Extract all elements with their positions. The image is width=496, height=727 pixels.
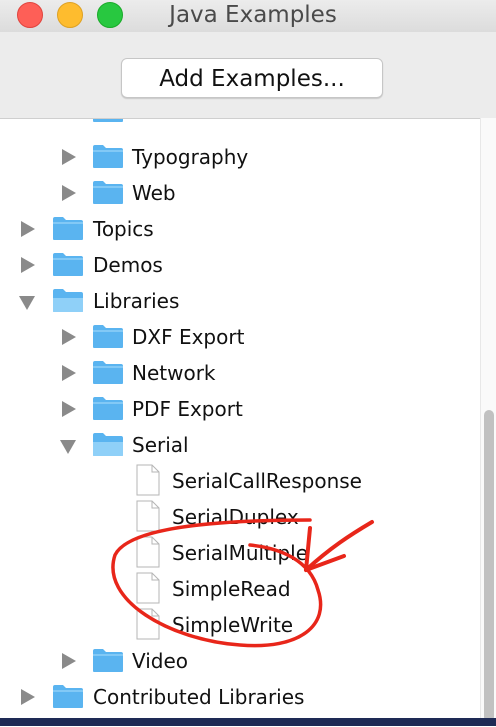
tree-row-folder[interactable]: Contributed Libraries bbox=[0, 679, 480, 715]
tree-row-folder[interactable]: Topics bbox=[0, 211, 480, 247]
tree-row-file[interactable]: SimpleRead bbox=[0, 571, 480, 607]
tree-item-label: SerialMultiple bbox=[172, 541, 309, 565]
document-icon bbox=[136, 572, 160, 604]
tree-item-label: Libraries bbox=[93, 289, 180, 313]
tree-row-folder[interactable]: PDF Export bbox=[0, 391, 480, 427]
tree-item-label: Network bbox=[132, 361, 216, 385]
document-icon bbox=[136, 464, 160, 496]
expand-triangle-icon[interactable] bbox=[62, 365, 76, 381]
title-bar: Java Examples bbox=[0, 0, 496, 32]
tree-row-folder[interactable]: Serial bbox=[0, 427, 480, 463]
folder-icon bbox=[93, 181, 123, 204]
expand-triangle-icon[interactable] bbox=[62, 329, 76, 345]
open-folder-icon bbox=[53, 289, 83, 312]
expand-triangle-icon[interactable] bbox=[21, 221, 35, 237]
tree-item-label: Contributed Libraries bbox=[93, 685, 305, 709]
tree-item-label: SimpleWrite bbox=[172, 613, 294, 637]
folder-icon bbox=[53, 685, 83, 708]
folder-icon bbox=[93, 145, 123, 168]
toolbar: Add Examples... bbox=[0, 32, 496, 118]
java-examples-window: Java Examples Add Examples... Typography… bbox=[0, 0, 496, 727]
folder-icon bbox=[93, 361, 123, 384]
document-icon bbox=[136, 536, 160, 568]
tree-item-label: SerialDuplex bbox=[172, 505, 299, 529]
tree-row-folder[interactable]: Demos bbox=[0, 247, 480, 283]
collapse-triangle-icon[interactable] bbox=[60, 440, 76, 454]
scrollbar-thumb[interactable] bbox=[484, 410, 494, 722]
tree-scrollbar[interactable] bbox=[480, 118, 496, 726]
open-folder-icon bbox=[93, 433, 123, 456]
tree-item-label: Typography bbox=[132, 145, 249, 169]
add-examples-button[interactable]: Add Examples... bbox=[121, 58, 383, 98]
window-title: Java Examples bbox=[169, 2, 337, 28]
expand-triangle-icon[interactable] bbox=[62, 401, 76, 417]
tree-row-file[interactable]: SimpleWrite bbox=[0, 607, 480, 643]
document-icon bbox=[136, 608, 160, 640]
tree-item-label: DXF Export bbox=[132, 325, 245, 349]
expand-triangle-icon[interactable] bbox=[21, 689, 35, 705]
tree-item-label: Demos bbox=[93, 253, 163, 277]
expand-triangle-icon[interactable] bbox=[62, 653, 76, 669]
tree-item-label: SimpleRead bbox=[172, 577, 291, 601]
examples-tree: Typography Web Topics Demos Libraries DXF Exp… bbox=[0, 118, 496, 727]
tree-row-folder[interactable]: Video bbox=[0, 643, 480, 679]
tree-row-file[interactable]: SerialMultiple bbox=[0, 535, 480, 571]
folder-icon bbox=[53, 217, 83, 240]
tree-row-folder[interactable]: Network bbox=[0, 355, 480, 391]
expand-triangle-icon[interactable] bbox=[62, 185, 76, 201]
tree-row-partial bbox=[0, 119, 480, 129]
tree-row-file[interactable]: SerialDuplex bbox=[0, 499, 480, 535]
collapse-triangle-icon[interactable] bbox=[19, 296, 35, 310]
expand-triangle-icon[interactable] bbox=[62, 149, 76, 165]
folder-icon bbox=[93, 119, 123, 122]
folder-icon bbox=[93, 397, 123, 420]
folder-icon bbox=[93, 649, 123, 672]
tree-row-folder[interactable]: Web bbox=[0, 175, 480, 211]
desktop-strip bbox=[0, 718, 496, 726]
folder-icon bbox=[53, 253, 83, 276]
folder-icon bbox=[93, 325, 123, 348]
tree-item-label: SerialCallResponse bbox=[172, 469, 362, 493]
tree-row-file[interactable]: SerialCallResponse bbox=[0, 463, 480, 499]
document-icon bbox=[136, 500, 160, 532]
tree-item-label: PDF Export bbox=[132, 397, 243, 421]
tree-row-folder[interactable]: Libraries bbox=[0, 283, 480, 319]
tree-item-label: Topics bbox=[93, 217, 154, 241]
expand-triangle-icon[interactable] bbox=[21, 257, 35, 273]
tree-item-label: Web bbox=[132, 181, 176, 205]
tree-item-label: Video bbox=[132, 649, 189, 673]
tree-item-label: Serial bbox=[132, 433, 189, 457]
tree-row-folder[interactable]: Typography bbox=[0, 139, 480, 175]
tree-row-folder[interactable]: DXF Export bbox=[0, 319, 480, 355]
